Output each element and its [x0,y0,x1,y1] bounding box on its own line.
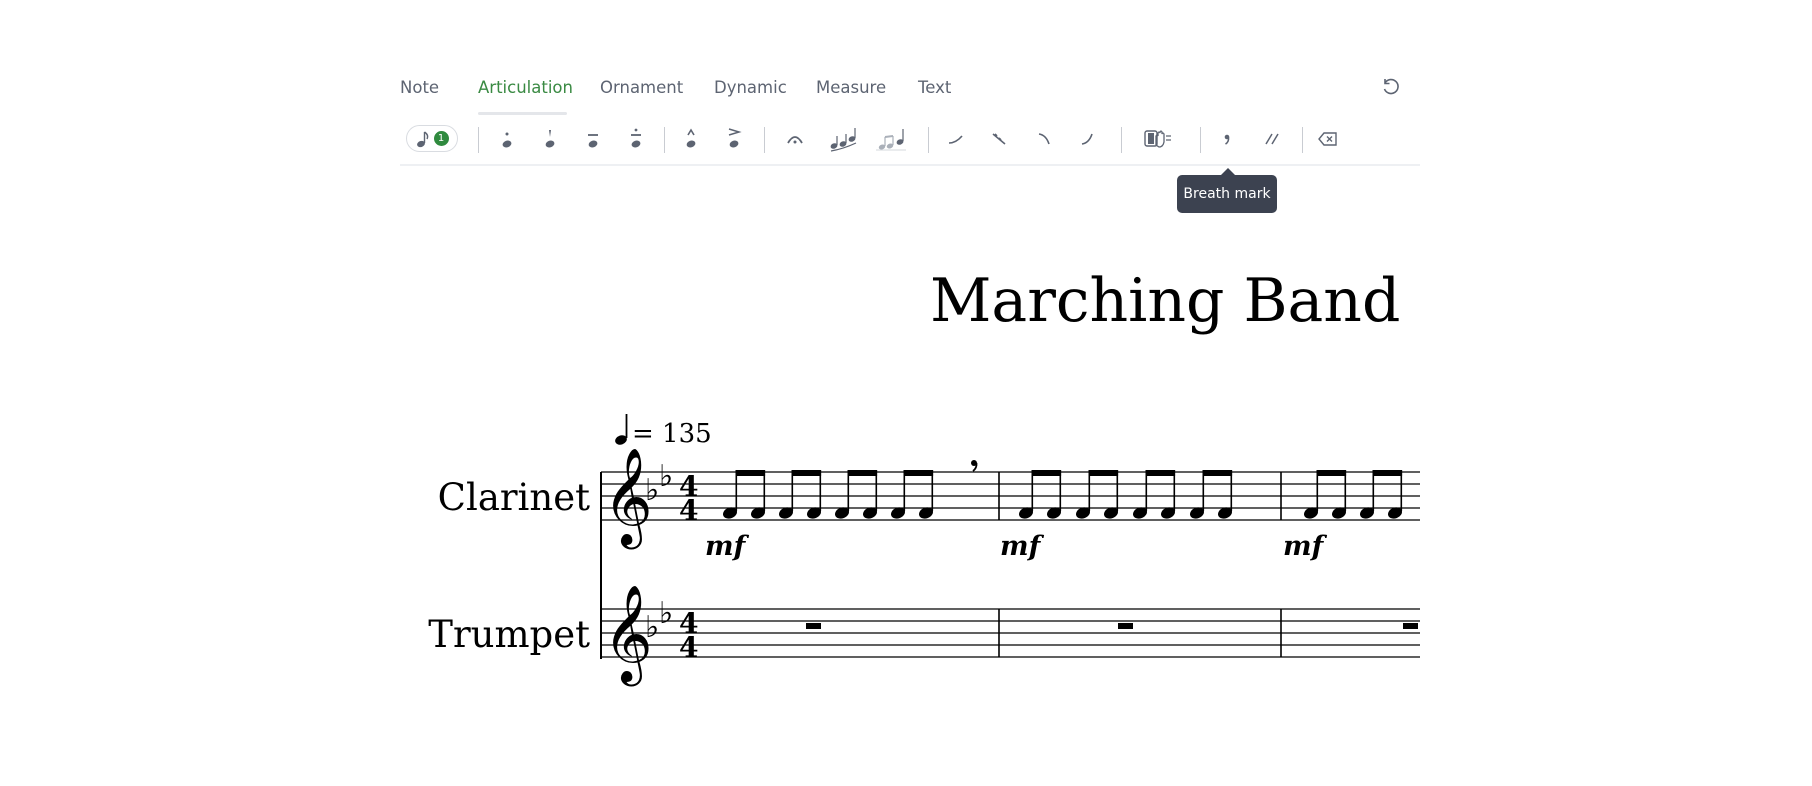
undo-icon [1383,78,1399,95]
note-beam [1088,470,1119,476]
tab-text[interactable]: Text [918,78,951,97]
note-beam [735,470,766,476]
toolbar-tabs: Note Articulation Ornament Dynamic Measu… [400,62,1420,116]
breath-mark-icon [1224,134,1230,145]
whole-rest-icon[interactable] [806,623,821,629]
staccato-button[interactable] [490,126,524,152]
caesura-button[interactable] [1255,126,1289,152]
scoop-icon [948,135,963,144]
accent-button[interactable] [717,126,751,152]
separator [664,127,665,153]
key-signature-flat-icon: ♭ [645,473,659,508]
marcato-button[interactable] [674,126,708,152]
note-beam [1316,470,1347,476]
hand-icon [1144,130,1171,148]
score-title: Marching Band [930,266,1401,336]
fermata-icon [787,136,803,144]
acciaccatura-icon [876,129,906,151]
instrument-name-clarinet: Clarinet [438,476,590,519]
clarinet-notes[interactable] [721,470,1403,520]
breath-mark-button[interactable] [1210,126,1244,152]
separator [1302,127,1303,153]
acciaccatura-button[interactable] [874,126,908,152]
grace-note-icon [830,128,857,152]
staccato-icon [502,132,512,148]
grace-note-button[interactable] [826,126,860,152]
time-signature-bottom: 4 [679,631,698,664]
delete-button[interactable] [1311,126,1345,152]
marcato-icon [686,128,696,148]
instrument-name-trumpet: Trumpet [428,613,590,656]
doit-icon [1038,133,1050,145]
trumpet-staff[interactable]: 𝄞 ♭ ♭ 4 4 [601,584,1420,686]
accent-icon [728,128,742,148]
doit-button[interactable] [1027,126,1061,152]
score-systems[interactable]: = 135 Clarinet Trumpet 𝄞 ♭ ♭ 4 4 mf mf m… [400,390,1420,690]
separator [764,127,765,153]
reset-button[interactable] [1380,76,1402,98]
fall-button[interactable] [982,126,1016,152]
note-beam [1145,470,1176,476]
tenuto-icon [588,134,598,148]
whole-rest-icon[interactable] [1118,623,1133,629]
clarinet-staff[interactable]: 𝄞 ♭ ♭ 4 4 mf mf mf [601,447,1420,562]
separator [1200,127,1201,153]
caesura-icon [1265,133,1279,145]
tab-note[interactable]: Note [400,78,439,97]
tab-dynamic[interactable]: Dynamic [714,78,787,97]
delete-icon [1318,132,1337,146]
note-beam [1202,470,1233,476]
staccatissimo-button[interactable] [533,126,567,152]
fermata-button[interactable] [778,126,812,152]
dynamic-mf[interactable]: mf [705,531,750,562]
separator [478,127,479,153]
portato-icon [631,128,641,148]
staccatissimo-icon [545,130,555,148]
note-beam [1372,470,1403,476]
voice-selector[interactable]: 1 [406,125,458,152]
tempo-marking: = 135 [615,414,712,449]
time-signature-bottom: 4 [679,494,698,527]
tenuto-button[interactable] [576,126,610,152]
tab-ornament[interactable]: Ornament [600,78,683,97]
key-signature-flat-icon: ♭ [659,459,673,494]
voice-number-badge: 1 [433,131,449,146]
dynamic-mf[interactable]: mf [1000,531,1045,562]
separator [928,127,929,153]
breath-mark-tooltip: Breath mark [1177,168,1277,213]
whole-rest-icon[interactable] [1403,623,1418,629]
key-signature-flat-icon: ♭ [645,610,659,645]
fall-icon [992,133,1006,145]
tab-articulation[interactable]: Articulation [478,78,573,97]
articulation-toolbar: 1 [400,118,1420,166]
scoop-button[interactable] [939,126,973,152]
active-tab-underline [478,112,567,115]
key-signature-flat-icon: ♭ [659,596,673,631]
note-beam [791,470,822,476]
note-beam [903,470,934,476]
breath-mark[interactable] [971,460,978,472]
tab-measure[interactable]: Measure [816,78,886,97]
plop-icon [1081,133,1093,145]
voice-selector-icon [416,130,428,147]
note-beam [847,470,878,476]
score-editor: Note Articulation Ornament Dynamic Measu… [400,0,1420,786]
plop-button[interactable] [1070,126,1104,152]
note-beam [1031,470,1062,476]
dynamic-mf[interactable]: mf [1283,531,1328,562]
hand-button[interactable] [1141,126,1175,152]
separator [1121,127,1122,153]
portato-button[interactable] [619,126,653,152]
tempo-text: = 135 [632,419,712,449]
